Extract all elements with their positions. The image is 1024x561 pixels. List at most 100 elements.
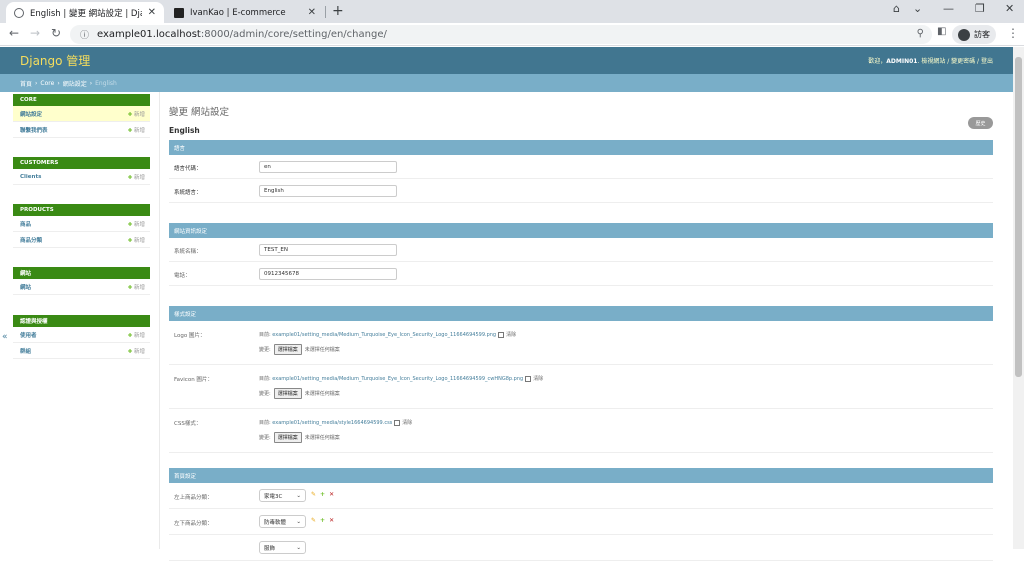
add-link[interactable]: ✚ 新增 [128,126,145,134]
add-link[interactable]: ✚ 新增 [128,110,145,118]
site-brand[interactable]: Django 管理 [20,52,90,69]
sidebar-item-clients[interactable]: Clients ✚ 新增 [13,169,150,185]
delete-related-icon[interactable]: ✕ [329,491,334,498]
breadcrumb-current: English [95,79,117,87]
clear-checkbox[interactable] [498,331,505,338]
back-arrow-icon[interactable]: ← [9,26,19,40]
current-file-link[interactable]: example01/setting_media/style1664694599.… [272,420,392,426]
third-category-select[interactable]: 服飾 ⌄ [259,541,306,554]
object-name: English [169,126,200,135]
url-field[interactable]: ⓘ example01.localhost:8000/admin/core/se… [70,25,932,44]
sidebar-item-settings[interactable]: 網站設定 ✚ 新增 [13,106,150,122]
minimize-icon[interactable]: — [943,2,954,15]
language-name-input[interactable]: English [259,185,397,197]
top-left-category-select[interactable]: 家電3C ⌄ [259,489,306,502]
current-file-link[interactable]: example01/setting_media/Medium_Turquoise… [272,332,496,338]
clear-checkbox[interactable] [525,375,532,382]
form-row-logo: Logo 圖片： 目前: example01/setting_media/Med… [169,321,993,365]
app-module-customers: CUSTOMERS Clients ✚ 新增 [13,157,150,185]
history-button[interactable]: 歷史 [968,117,993,129]
close-tab-icon[interactable]: ✕ [148,7,156,18]
module-caption[interactable]: CORE [13,94,150,106]
chevron-down-icon: ⌄ [296,492,301,499]
field-label: Logo 圖片： [174,333,206,339]
app-module-auth: 認證與授權 使用者 ✚ 新增 群組 ✚ 新增 [13,315,150,359]
user-tools: 歡迎，ADMIN01. 檢視網站 / 變更密碼 / 登出 [868,58,993,65]
kebab-menu-icon[interactable]: ⋮ [1007,26,1019,40]
tab-search-icon[interactable]: ⌂ [893,2,900,15]
scrollbar-thumb[interactable] [1015,57,1022,377]
profile-button[interactable]: 訪客 [952,25,996,44]
reload-icon[interactable]: ↻ [51,26,61,40]
address-toolbar: ← → ↻ ⓘ example01.localhost:8000/admin/c… [0,23,1024,46]
choose-file-button[interactable]: 選擇檔案 [273,344,302,355]
breadcrumb-home[interactable]: 首頁 [20,79,32,88]
breadcrumb-app[interactable]: Core [40,80,54,87]
module-caption[interactable]: 網站 [13,267,150,279]
add-link[interactable]: ✚ 新增 [128,347,145,355]
add-link[interactable]: ✚ 新增 [128,283,145,291]
info-icon[interactable]: ⓘ [80,28,89,41]
sidebar-collapse-button[interactable]: « [2,332,8,342]
sidebar-item-products[interactable]: 商品 ✚ 新增 [13,216,150,232]
sidebar-item-categories[interactable]: 商品分類 ✚ 新增 [13,232,150,248]
system-name-input[interactable]: TEST_EN [259,244,397,256]
add-link[interactable]: ✚ 新增 [128,220,145,228]
current-file: 目前: example01/setting_media/Medium_Turqu… [259,331,517,338]
choose-file-button[interactable]: 選擇檔案 [273,388,302,399]
edit-related-icon[interactable]: ✎ [311,491,316,498]
form-row-css: CSS樣式： 目前: example01/setting_media/style… [169,409,993,453]
zoom-icon[interactable]: ⚲ [917,28,924,39]
current-file-link[interactable]: example01/setting_media/Medium_Turquoise… [272,376,523,382]
browser-tab[interactable]: IvanKao | E-commerce ✕ [166,2,324,23]
fieldset-heading: 首頁設定 [169,468,993,483]
language-code-input[interactable]: en [259,161,397,173]
page-scrollbar[interactable] [1013,47,1024,549]
add-link[interactable]: ✚ 新增 [128,173,145,181]
welcome-text: 歡迎， [868,58,887,65]
delete-related-icon[interactable]: ✕ [329,517,334,524]
choose-file-button[interactable]: 選擇檔案 [273,432,302,443]
module-caption[interactable]: PRODUCTS [13,204,150,216]
site-header: Django 管理 歡迎，ADMIN01. 檢視網站 / 變更密碼 / 登出 [0,47,1013,74]
close-tab-icon[interactable]: ✕ [308,7,316,18]
clear-checkbox[interactable] [394,419,401,426]
side-panel-icon[interactable]: ◧ [937,26,946,37]
fieldset-style: 樣式設定 Logo 圖片： 目前: example01/setting_medi… [169,306,993,453]
user-links[interactable]: 檢視網站 / 變更密碼 / 登出 [921,58,993,65]
add-related-icon[interactable]: + [320,491,325,498]
site-favicon-icon [174,7,184,18]
module-caption[interactable]: CUSTOMERS [13,157,150,169]
breadcrumb: 首頁 › Core › 網站設定 › English [0,74,1013,92]
chevron-down-icon: ⌄ [296,518,301,525]
module-caption[interactable]: 認證與授權 [13,315,150,327]
nav-sidebar: CORE 網站設定 ✚ 新增 聯繫我們表 ✚ 新增 CUSTOMERS Clie… [0,92,160,549]
bottom-left-category-select[interactable]: 防毒軟體 ⌄ [259,515,306,528]
browser-tab-strip: English | 變更 網站設定 | Django ✕ IvanKao | E… [0,0,1024,23]
chevron-down-icon[interactable]: ⌄ [913,2,922,15]
change-file: 變更: 選擇檔案 未選擇任何檔案 [259,344,340,355]
field-label: 電話： [174,273,191,279]
sidebar-item-groups[interactable]: 群組 ✚ 新增 [13,343,150,359]
add-link[interactable]: ✚ 新增 [128,236,145,244]
sidebar-item-users[interactable]: 使用者 ✚ 新增 [13,327,150,343]
app-module-products: PRODUCTS 商品 ✚ 新增 商品分類 ✚ 新增 [13,204,150,248]
tab-title: IvanKao | E-commerce [190,7,286,18]
sidebar-item-sites[interactable]: 網站 ✚ 新增 [13,279,150,295]
app-module-sites: 網站 網站 ✚ 新增 [13,267,150,295]
close-window-icon[interactable]: ✕ [1005,2,1014,15]
field-label: 左下商品分類： [174,521,213,527]
edit-related-icon[interactable]: ✎ [311,517,316,524]
sidebar-item-contact[interactable]: 聯繫我們表 ✚ 新增 [13,122,150,138]
browser-tab-active[interactable]: English | 變更 網站設定 | Django ✕ [6,2,164,23]
add-link[interactable]: ✚ 新增 [128,331,145,339]
fieldset-homepage: 首頁設定 左上商品分類： 家電3C ⌄ ✎ + ✕ 左下商品分類： 防毒軟體 ⌄ ✎ + ✕… [169,468,993,561]
add-related-icon[interactable]: + [320,517,325,524]
forward-arrow-icon[interactable]: → [30,26,40,40]
new-tab-button[interactable]: + [332,3,344,19]
restore-icon[interactable]: ❐ [975,2,985,15]
phone-input[interactable]: 0912345678 [259,268,397,280]
form-row-language-code: 語言代碼： en [169,155,993,179]
breadcrumb-model[interactable]: 網站設定 [63,79,87,88]
fieldset-heading: 樣式設定 [169,306,993,321]
